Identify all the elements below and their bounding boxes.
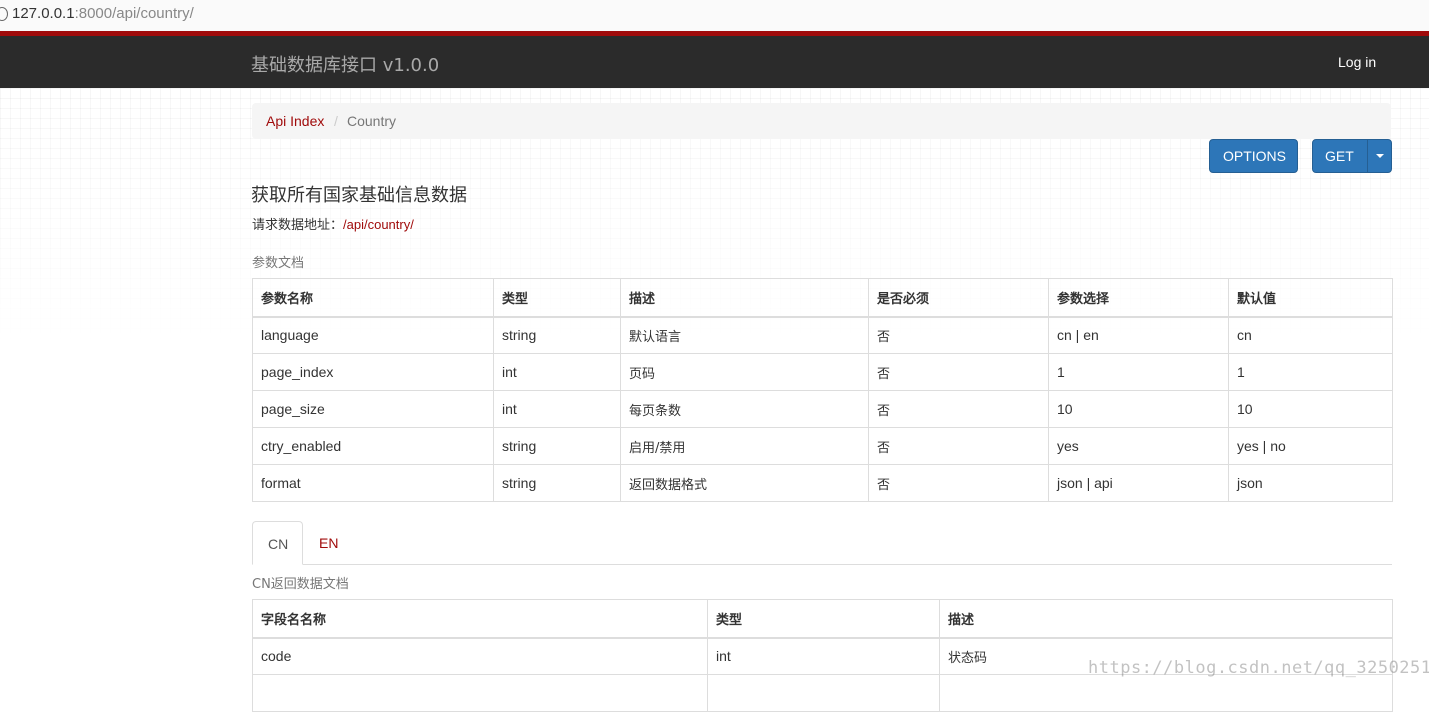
params-caption: 参数文档 — [252, 256, 305, 271]
table-cell: 否 — [868, 464, 1049, 502]
table-cell: 启用/禁用 — [620, 427, 869, 465]
table-cell: 页码 — [620, 353, 869, 391]
table-cell: 返回数据格式 — [620, 464, 869, 502]
table-cell: string — [493, 427, 621, 465]
login-link[interactable]: Log in — [1338, 54, 1376, 70]
browser-address-bar[interactable]: 127.0.0.1:8000/api/country/ — [0, 0, 1429, 31]
tab-cn[interactable]: CN — [252, 521, 303, 565]
table-cell: int — [493, 390, 621, 428]
table-cell: page_index — [252, 353, 494, 391]
column-header: 字段名名称 — [252, 599, 708, 639]
column-header: 默认值 — [1228, 278, 1393, 318]
table-cell: 否 — [868, 390, 1049, 428]
table-cell: 否 — [868, 316, 1049, 354]
url-text[interactable]: 127.0.0.1:8000/api/country/ — [12, 5, 194, 22]
table-cell: ctry_enabled — [252, 427, 494, 465]
table-cell: 否 — [868, 353, 1049, 391]
table-row — [252, 674, 1393, 712]
table-cell: json | api — [1048, 464, 1229, 502]
table-row: language string 默认语言 否 cn | en cn — [252, 316, 1393, 354]
column-header: 参数名称 — [252, 278, 494, 318]
table-cell — [707, 674, 940, 712]
table-cell: string — [493, 464, 621, 502]
params-table: 参数名称 类型 描述 是否必须 参数选择 默认值 language string… — [252, 278, 1393, 502]
table-cell: yes | no — [1228, 427, 1393, 465]
get-button-label: GET — [1325, 148, 1354, 164]
watermark: https://blog.csdn.net/qq_32502511 — [1088, 658, 1429, 678]
column-header: 描述 — [939, 599, 1393, 639]
table-cell: page_size — [252, 390, 494, 428]
table-cell: code — [252, 637, 708, 675]
request-url: /api/country/ — [343, 217, 414, 232]
table-cell: int — [493, 353, 621, 391]
request-url-line: 请求数据地址：/api/country/ — [252, 214, 414, 233]
table-row: format string 返回数据格式 否 json | api json — [252, 464, 1393, 502]
table-row: page_index int 页码 否 1 1 — [252, 353, 1393, 391]
table-cell: int — [707, 637, 940, 675]
fields-caption: CN返回数据文档 — [252, 577, 349, 592]
tab-en[interactable]: EN — [319, 535, 338, 551]
fields-table: 字段名名称 类型 描述 code int 状态码 — [252, 599, 1393, 712]
column-header: 是否必须 — [868, 278, 1049, 318]
request-url-label: 请求数据地址： — [252, 218, 344, 233]
navbar: 基础数据库接口 v1.0.0 Log in — [0, 36, 1429, 88]
table-cell: 默认语言 — [620, 316, 869, 354]
column-header: 类型 — [707, 599, 940, 639]
column-header: 描述 — [620, 278, 869, 318]
table-cell: cn — [1228, 316, 1393, 354]
table-cell — [939, 674, 1393, 712]
column-header: 参数选择 — [1048, 278, 1229, 318]
column-header: 类型 — [493, 278, 621, 318]
table-cell — [252, 674, 708, 712]
options-button-label: OPTIONS — [1223, 148, 1287, 164]
table-cell: yes — [1048, 427, 1229, 465]
table-cell: json — [1228, 464, 1393, 502]
breadcrumb-country: Country — [347, 113, 397, 129]
fields-header-row: 字段名名称 类型 描述 — [252, 599, 1393, 639]
params-header-row: 参数名称 类型 描述 是否必须 参数选择 默认值 — [252, 278, 1393, 318]
button-divider — [1367, 140, 1368, 172]
table-cell: 10 — [1228, 390, 1393, 428]
breadcrumb-separator: / — [334, 113, 338, 129]
table-cell: cn | en — [1048, 316, 1229, 354]
table-cell: format — [252, 464, 494, 502]
table-cell: 1 — [1048, 353, 1229, 391]
get-button[interactable]: GET — [1312, 139, 1392, 173]
brand-title[interactable]: 基础数据库接口 v1.0.0 — [251, 51, 439, 77]
options-button[interactable]: OPTIONS — [1209, 139, 1298, 173]
breadcrumb: Api Index / Country — [252, 103, 1391, 139]
table-cell: 否 — [868, 427, 1049, 465]
table-row: ctry_enabled string 启用/禁用 否 yes yes | no — [252, 427, 1393, 465]
page-title: 获取所有国家基础信息数据 — [251, 185, 467, 206]
table-row: page_size int 每页条数 否 10 10 — [252, 390, 1393, 428]
table-cell: language — [252, 316, 494, 354]
breadcrumb-api-index[interactable]: Api Index — [266, 113, 324, 129]
caret-down-icon[interactable] — [1376, 154, 1384, 158]
table-cell: 10 — [1048, 390, 1229, 428]
tab-cn-label: CN — [268, 536, 289, 552]
table-cell: 1 — [1228, 353, 1393, 391]
info-icon[interactable] — [0, 7, 8, 21]
table-cell: 每页条数 — [620, 390, 869, 428]
tabs-underline — [252, 564, 1392, 565]
table-cell: string — [493, 316, 621, 354]
